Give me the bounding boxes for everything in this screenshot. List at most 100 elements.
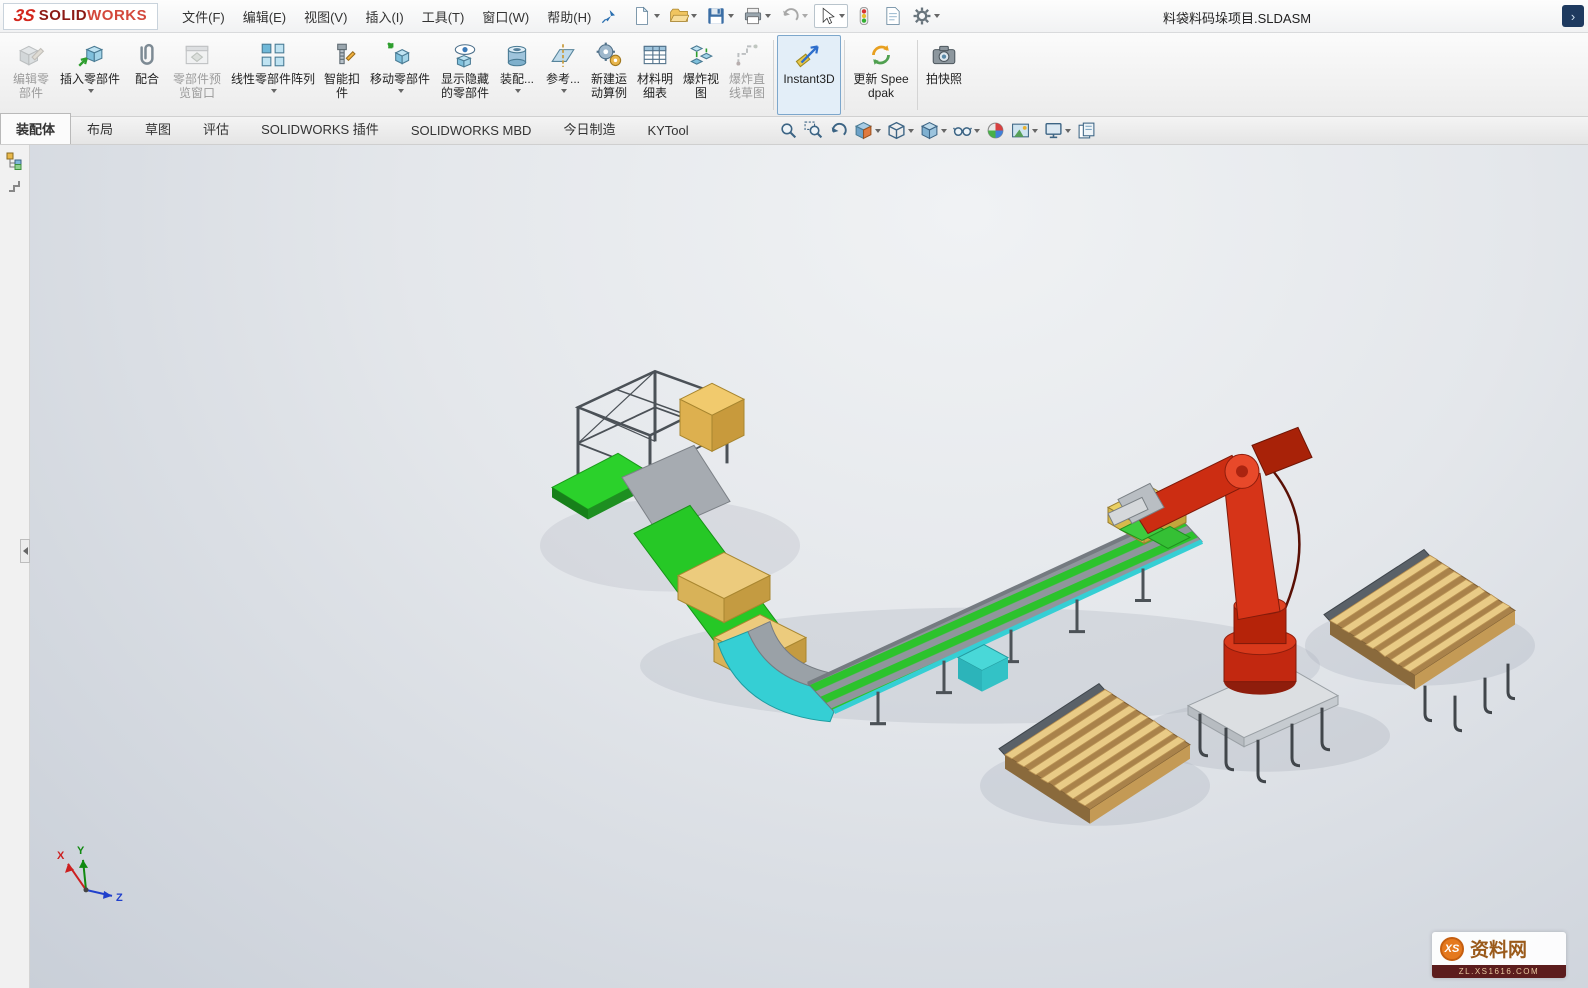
update-speedpak-icon: [867, 40, 895, 70]
tab-sketch[interactable]: 草图: [129, 113, 187, 144]
assembly-features-icon: [503, 40, 531, 70]
exploded-view-icon: [687, 40, 715, 70]
edit-appearance-icon[interactable]: [985, 120, 1006, 141]
open-button[interactable]: [666, 4, 700, 28]
tab-layout[interactable]: 布局: [71, 113, 129, 144]
command-tab-bar: 装配体 布局 草图 评估 SOLIDWORKS 插件 SOLIDWORKS MB…: [0, 117, 1588, 145]
menu-help[interactable]: 帮助(H): [539, 3, 599, 30]
mate-icon: [133, 40, 161, 70]
display-pane-icon[interactable]: [6, 177, 24, 195]
show-hidden-components-icon: [451, 40, 479, 70]
previous-view-icon[interactable]: [828, 120, 849, 141]
ribbon-mate[interactable]: 配合: [126, 35, 168, 115]
watermark-subtitle: ZL.XS1616.COM: [1432, 965, 1566, 978]
new-document-button[interactable]: [629, 4, 663, 28]
tab-kytool[interactable]: KYTool: [631, 117, 704, 144]
ribbon-smart-fasteners[interactable]: 智能扣件: [320, 35, 364, 115]
triad-z-label: Z: [116, 892, 123, 904]
main-area: X Y Z XS 资料网 ZL.XS1616.COM: [0, 145, 1588, 988]
print-icon: [743, 6, 763, 26]
command-manager-ribbon: 编辑零部件 插入零部件 配合 零部件预览窗口 线性零部件阵列 智能扣件 移动零部…: [0, 33, 1588, 117]
tab-mbd[interactable]: SOLIDWORKS MBD: [395, 117, 548, 144]
undo-icon: [780, 6, 800, 26]
feature-manager-strip: [0, 145, 30, 988]
hide-show-items-icon[interactable]: [952, 120, 981, 141]
zoom-area-icon[interactable]: [803, 120, 824, 141]
menu-window[interactable]: 窗口(W): [474, 3, 537, 30]
document-title: 料袋料码垛项目.SLDASM: [1163, 8, 1311, 27]
options-gear-icon: [912, 6, 932, 26]
graphics-area[interactable]: X Y Z XS 资料网 ZL.XS1616.COM: [30, 145, 1588, 988]
reference-geometry-icon: [549, 40, 577, 70]
quick-access-toolbar: [629, 4, 943, 28]
insert-component-icon: [76, 40, 104, 70]
apply-scene-icon[interactable]: [1010, 120, 1039, 141]
three-d-views-icon[interactable]: [1076, 120, 1097, 141]
move-component-icon: [386, 40, 414, 70]
ribbon-update-speedpak[interactable]: 更新 Speedpak: [848, 35, 914, 115]
section-view-icon[interactable]: [853, 120, 882, 141]
ribbon-exploded-view[interactable]: 爆炸视图: [678, 35, 724, 115]
file-properties-button[interactable]: [880, 4, 906, 28]
ribbon-edit-component[interactable]: 编辑零部件: [8, 35, 54, 115]
ribbon-separator: [917, 40, 918, 110]
ribbon-separator: [773, 40, 774, 110]
options-button[interactable]: [909, 4, 943, 28]
menu-bar: 文件(F) 编辑(E) 视图(V) 插入(I) 工具(T) 窗口(W) 帮助(H…: [174, 3, 599, 30]
select-cursor-icon: [817, 6, 837, 26]
select-tool-button[interactable]: [814, 4, 848, 28]
tab-evaluate[interactable]: 评估: [187, 113, 245, 144]
watermark-title: 资料网: [1470, 935, 1527, 962]
ribbon-take-snapshot[interactable]: 拍快照: [921, 35, 967, 115]
linear-pattern-icon: [259, 40, 287, 70]
menu-view[interactable]: 视图(V): [296, 3, 355, 30]
dropdown-caret: [88, 89, 94, 93]
ribbon-bill-of-materials[interactable]: 材料明细表: [632, 35, 678, 115]
save-button[interactable]: [703, 4, 737, 28]
tab-today-mfg[interactable]: 今日制造: [547, 113, 631, 144]
ribbon-reference-geometry[interactable]: 参考...: [540, 35, 586, 115]
smart-fasteners-icon: [328, 40, 356, 70]
ribbon-explode-line-sketch[interactable]: 爆炸直线草图: [724, 35, 770, 115]
component-preview-icon: [183, 40, 211, 70]
ribbon-linear-component-pattern[interactable]: 线性零部件阵列: [226, 35, 320, 115]
rebuild-traffic-light-icon: [854, 6, 874, 26]
ribbon-insert-components[interactable]: 插入零部件: [54, 35, 126, 115]
ribbon-assembly-features[interactable]: 装配...: [494, 35, 540, 115]
dassault-mark-icon: 3S: [12, 6, 36, 26]
zoom-fit-icon[interactable]: [778, 120, 799, 141]
print-button[interactable]: [740, 4, 774, 28]
bag-on-tower[interactable]: [680, 383, 744, 451]
instant3d-icon: [795, 40, 823, 70]
rebuild-button[interactable]: [851, 4, 877, 28]
ribbon-show-hidden-components[interactable]: 显示隐藏的零部件: [436, 35, 494, 115]
watermark: XS 资料网 ZL.XS1616.COM: [1432, 932, 1566, 978]
tab-assembly[interactable]: 装配体: [0, 113, 71, 144]
feature-tree-icon[interactable]: [6, 152, 24, 170]
ribbon-move-component[interactable]: 移动零部件: [364, 35, 436, 115]
explode-line-sketch-icon: [733, 40, 761, 70]
3d-model-scene: X Y Z: [30, 145, 1588, 988]
ribbon-new-motion-study[interactable]: 新建运动算例: [586, 35, 632, 115]
motion-study-icon: [595, 40, 623, 70]
triad-y-label: Y: [77, 845, 85, 857]
orientation-triad: X Y Z: [57, 845, 123, 904]
menu-insert[interactable]: 插入(I): [357, 3, 411, 30]
ribbon-instant3d[interactable]: Instant3D: [777, 35, 841, 115]
display-style-icon[interactable]: [919, 120, 948, 141]
save-icon: [706, 6, 726, 26]
menu-file[interactable]: 文件(F): [174, 3, 233, 30]
ribbon-component-preview[interactable]: 零部件预览窗口: [168, 35, 226, 115]
file-properties-icon: [883, 6, 903, 26]
pin-menu-icon[interactable]: [601, 8, 617, 24]
feature-manager-flyout-arrow[interactable]: [20, 539, 30, 563]
pallet-right[interactable]: [1324, 549, 1515, 730]
menu-edit[interactable]: 编辑(E): [235, 3, 294, 30]
task-pane-toggle[interactable]: ›: [1562, 5, 1584, 27]
view-settings-icon[interactable]: [1043, 120, 1072, 141]
solidworks-window: 3S SOLIDWORKS 文件(F) 编辑(E) 视图(V) 插入(I) 工具…: [0, 0, 1588, 988]
menu-tools[interactable]: 工具(T): [414, 3, 473, 30]
tab-addins[interactable]: SOLIDWORKS 插件: [245, 113, 395, 144]
undo-button[interactable]: [777, 4, 811, 28]
view-orientation-icon[interactable]: [886, 120, 915, 141]
